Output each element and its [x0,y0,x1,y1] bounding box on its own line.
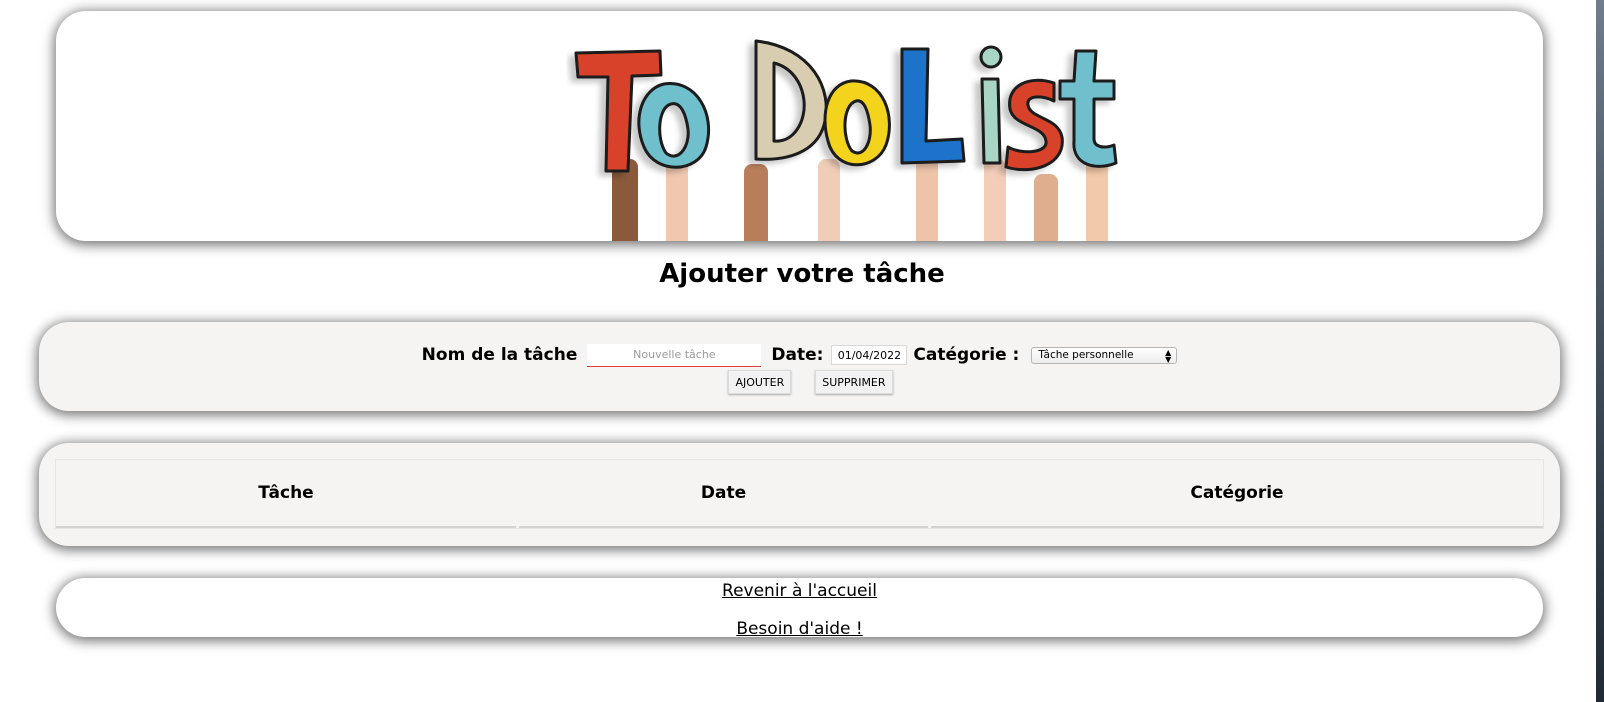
add-button[interactable]: AJOUTER [728,370,792,394]
help-link[interactable]: Besoin d'aide ! [56,619,1543,639]
column-header-category: Catégorie [931,460,1543,528]
header-banner [56,11,1543,241]
task-name-label: Nom de la tâche [421,345,578,365]
date-input[interactable]: 01/04/2022 [831,345,908,365]
home-link[interactable]: Revenir à l'accueil [56,581,1543,601]
task-name-input[interactable] [587,343,762,367]
todo-list-logo [566,29,1146,241]
footer: Revenir à l'accueil Besoin d'aide ! [56,578,1543,639]
date-label: Date: [771,345,824,365]
page-title: Ajouter votre tâche [659,259,945,289]
task-table: Tâche Date Catégorie [55,459,1544,529]
category-label: Catégorie : [913,345,1020,365]
form-fields-row: Nom de la tâche Date: 01/04/2022 Catégor… [39,340,1560,370]
category-selected-value: Tâche personnelle [1038,349,1134,361]
column-header-task: Tâche [56,460,516,528]
desktop-background-strip [1596,0,1604,702]
task-table-card: Tâche Date Catégorie [39,443,1560,546]
add-task-form: Nom de la tâche Date: 01/04/2022 Catégor… [39,322,1560,411]
select-arrows-icon: ▲ ▼ [1165,347,1172,364]
column-header-date: Date [519,460,928,528]
form-buttons-row: AJOUTER SUPPRIMER [39,370,1560,394]
category-select[interactable]: Tâche personnelle ▲ ▼ [1031,346,1178,364]
delete-button[interactable]: SUPPRIMER [815,370,893,394]
